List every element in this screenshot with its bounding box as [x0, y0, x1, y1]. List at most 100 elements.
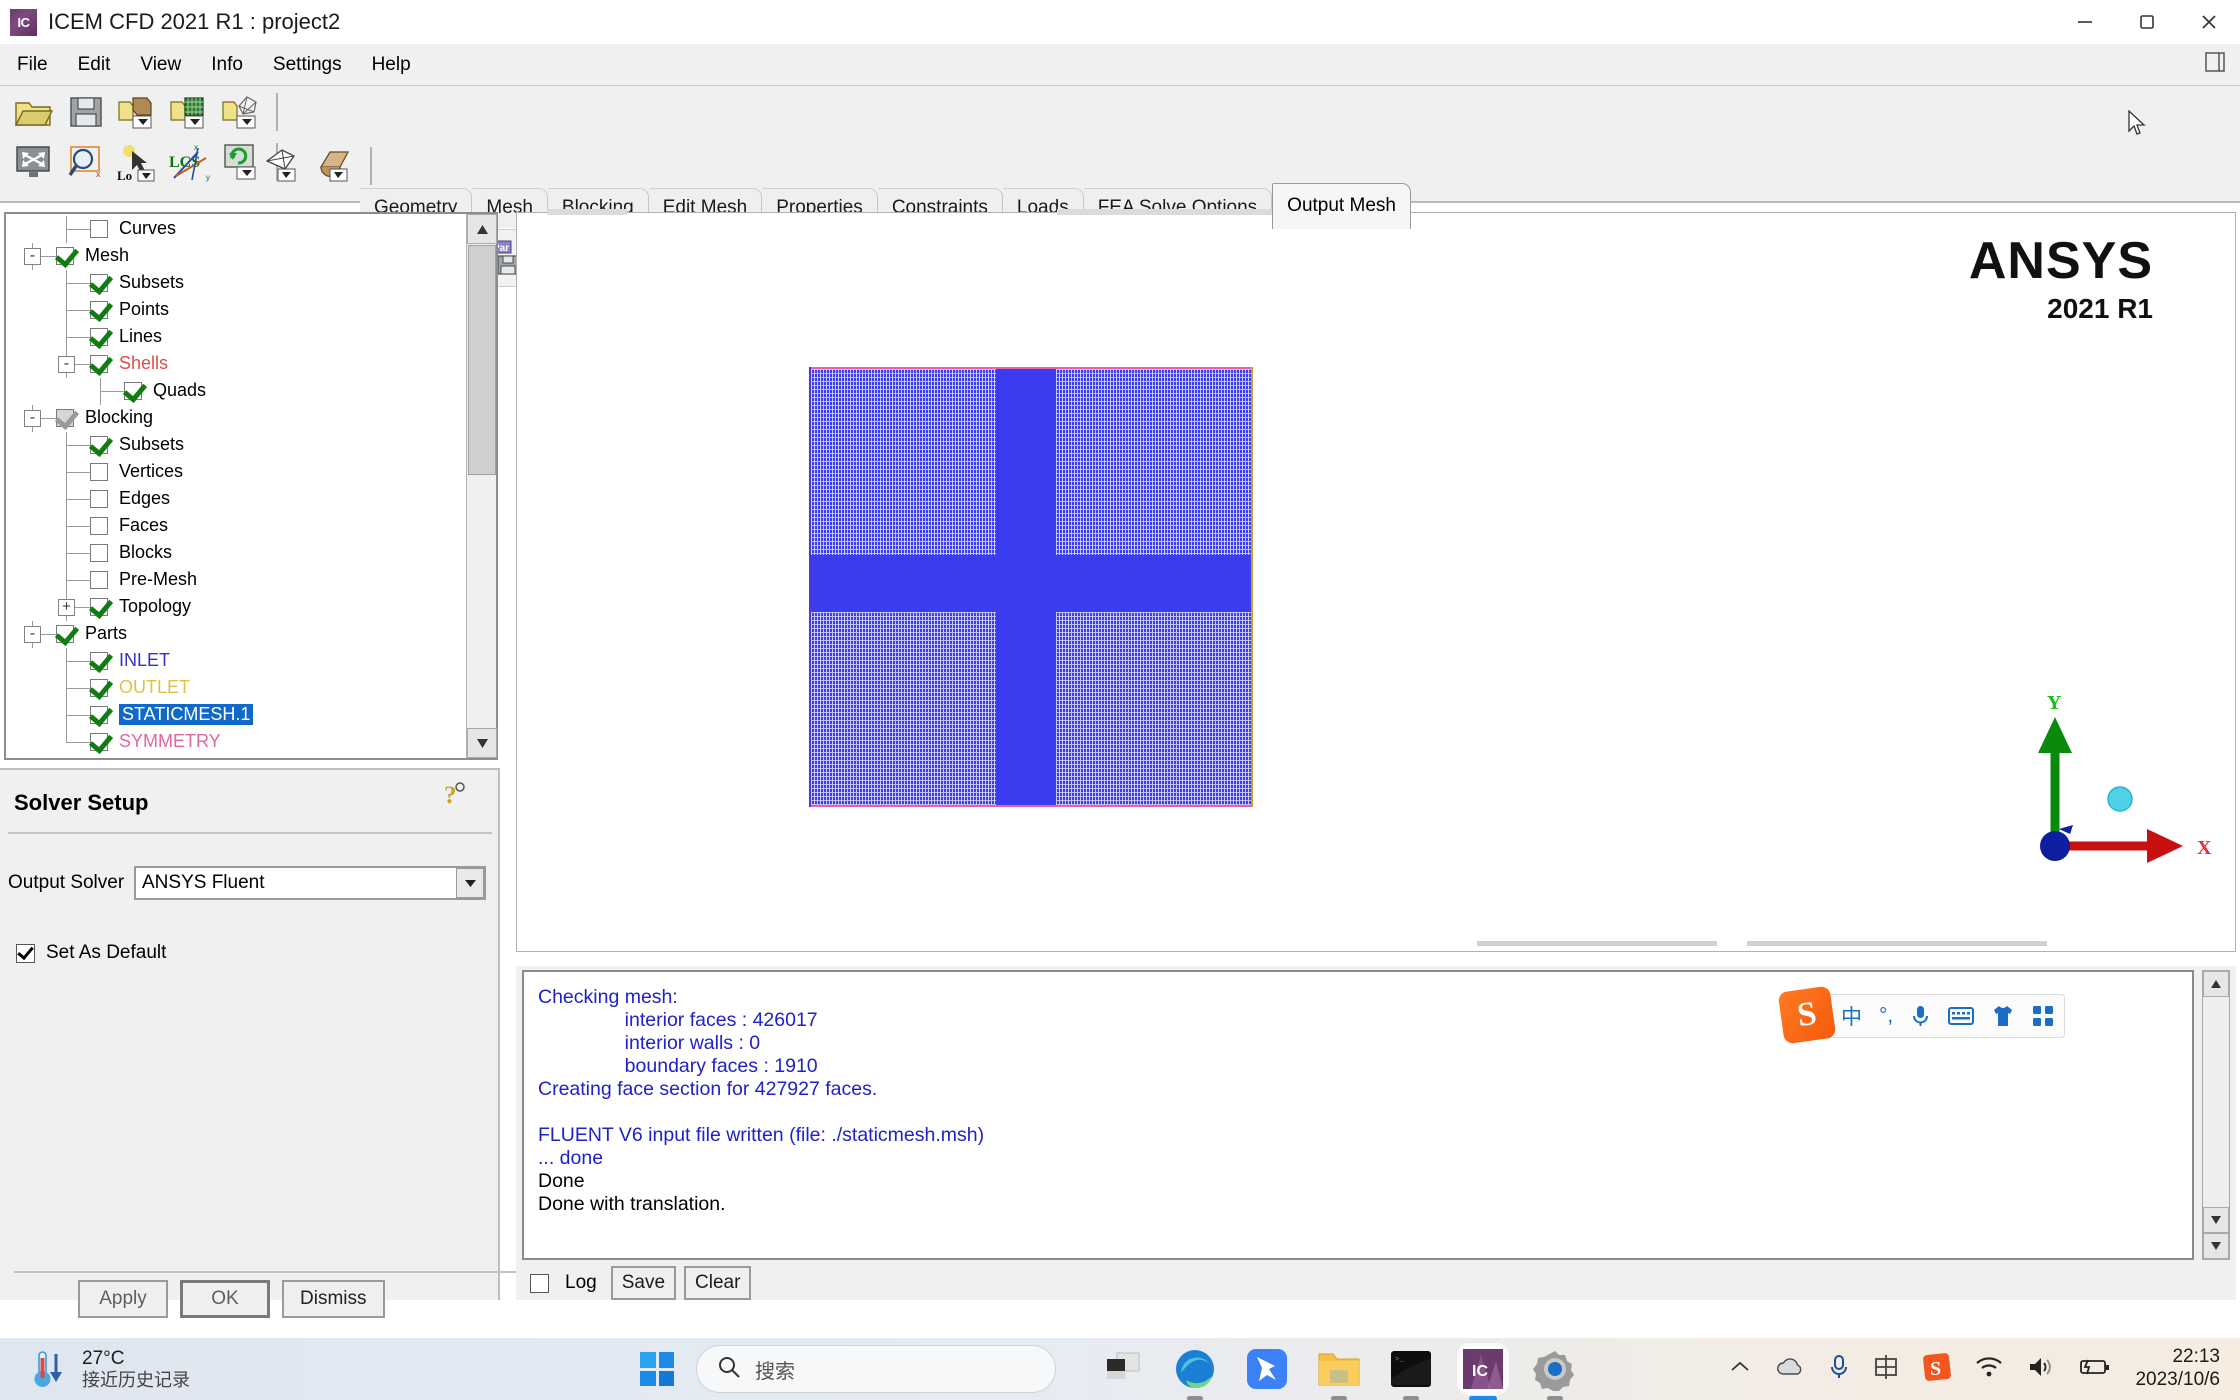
tree-checkbox[interactable] — [90, 274, 108, 292]
tree-checkbox[interactable] — [90, 598, 108, 616]
tree-node-edges[interactable]: Edges — [6, 486, 466, 513]
tree-checkbox[interactable] — [90, 220, 108, 238]
tree-node-curves[interactable]: Curves — [6, 216, 466, 243]
menu-file[interactable]: File — [4, 51, 61, 79]
mesh-display[interactable] — [809, 367, 1253, 807]
apply-button[interactable]: Apply — [78, 1280, 168, 1318]
log-scrollbar[interactable] — [2202, 970, 2230, 1260]
log-save-button[interactable]: Save — [610, 1266, 677, 1300]
solid-icon[interactable] — [314, 144, 358, 188]
tree-scroll-down-icon[interactable] — [467, 728, 497, 758]
tree-expander-parts[interactable]: - — [24, 626, 41, 643]
graphics-viewport[interactable]: ANSYS 2021 R1 Y X — [516, 209, 2236, 952]
open-project-icon[interactable] — [12, 90, 56, 134]
set-as-default-checkbox[interactable] — [16, 943, 35, 963]
ime-apps-icon[interactable] — [2032, 1005, 2054, 1027]
tree-checkbox[interactable] — [90, 517, 108, 535]
tree-node-faces[interactable]: Faces — [6, 513, 466, 540]
file-explorer-icon[interactable] — [1316, 1346, 1362, 1400]
tree-checkbox[interactable] — [90, 355, 108, 373]
microphone-icon[interactable] — [1829, 1354, 1849, 1385]
log-scroll-up-icon[interactable] — [2203, 971, 2229, 997]
menu-help[interactable]: Help — [359, 51, 424, 79]
output-solver-select[interactable]: ANSYS Fluent — [134, 866, 486, 900]
tree-checkbox[interactable] — [56, 625, 74, 643]
tree-checkbox[interactable] — [90, 733, 108, 751]
viewport-horizontal-scrollbar[interactable] — [517, 937, 2235, 951]
tree-checkbox[interactable] — [56, 409, 74, 427]
tree-expander-shells[interactable]: - — [58, 356, 75, 373]
sogou-tray-icon[interactable]: S — [1923, 1352, 1952, 1386]
tree-node-outlet[interactable]: OUTLET — [6, 675, 466, 702]
tree-scroll-thumb[interactable] — [468, 245, 496, 475]
viewport-scroll-thumb-2[interactable] — [1747, 941, 2047, 946]
tree-node-pre-mesh[interactable]: Pre-Mesh — [6, 567, 466, 594]
open-blocking-icon[interactable] — [220, 90, 264, 134]
settings-gear-icon[interactable] — [1532, 1346, 1578, 1400]
log-scroll-down-icon[interactable] — [2203, 1207, 2229, 1233]
tree-expander-topology[interactable]: + — [58, 599, 75, 616]
volume-icon[interactable] — [2027, 1355, 2055, 1384]
tree-checkbox[interactable] — [90, 571, 108, 589]
battery-icon[interactable] — [2079, 1357, 2111, 1382]
tree-node-shells[interactable]: - Shells — [6, 351, 466, 378]
ime-microphone-icon[interactable] — [1910, 1004, 1931, 1028]
tree-checkbox[interactable] — [90, 328, 108, 346]
menu-info[interactable]: Info — [198, 51, 256, 79]
tree-node-quads[interactable]: Quads — [6, 378, 466, 405]
ok-button[interactable]: OK — [180, 1280, 270, 1318]
wifi-icon[interactable] — [1975, 1356, 2003, 1383]
log-clear-button[interactable]: Clear — [684, 1266, 752, 1300]
menu-settings[interactable]: Settings — [260, 51, 355, 79]
tree-checkbox[interactable] — [90, 301, 108, 319]
tree-node-vertices[interactable]: Vertices — [6, 459, 466, 486]
model-tree[interactable]: Curves - Mesh Subsets Points Lines - Shells Quad… — [6, 214, 466, 758]
tab-output-mesh[interactable]: Output Mesh — [1272, 183, 1411, 229]
tree-checkbox[interactable] — [90, 679, 108, 697]
save-project-icon[interactable] — [64, 90, 108, 134]
select-lo-icon[interactable]: Lo — [116, 140, 160, 184]
minimize-button[interactable] — [2054, 0, 2116, 44]
panel-toggle-icon[interactable] — [2204, 51, 2226, 78]
ime-chinese-icon[interactable] — [1873, 1354, 1899, 1385]
tree-node-subsets[interactable]: Subsets — [6, 432, 466, 459]
log-scroll-end-icon[interactable] — [2203, 1233, 2229, 1259]
tree-node-blocking[interactable]: - Blocking — [6, 405, 466, 432]
tree-expander-blocking[interactable]: - — [24, 410, 41, 427]
tree-node-lines[interactable]: Lines — [6, 324, 466, 351]
tree-node-blocks[interactable]: Blocks — [6, 540, 466, 567]
tree-scroll-up-icon[interactable] — [467, 214, 497, 244]
dismiss-button[interactable]: Dismiss — [282, 1280, 385, 1318]
tree-checkbox[interactable] — [124, 382, 142, 400]
ime-keyboard-icon[interactable] — [1948, 1006, 1975, 1026]
tree-node-inlet[interactable]: INLET — [6, 648, 466, 675]
icem-cfd-icon[interactable]: IC — [1460, 1346, 1506, 1400]
viewport-scroll-thumb-1[interactable] — [1477, 941, 1717, 946]
sogou-icon[interactable]: S — [1777, 985, 1837, 1045]
tree-checkbox[interactable] — [90, 436, 108, 454]
terminal-icon[interactable]: >_ — [1388, 1346, 1434, 1400]
maximize-button[interactable] — [2116, 0, 2178, 44]
log-checkbox[interactable] — [530, 1273, 549, 1293]
ime-chinese-mode-icon[interactable]: 中 — [1841, 1001, 1862, 1031]
thunderbird-icon[interactable] — [1244, 1346, 1290, 1392]
sogou-ime-toolbar[interactable]: S 中 °, — [1777, 985, 2066, 1045]
tree-node-symmetry[interactable]: SYMMETRY — [6, 729, 466, 756]
tree-scrollbar[interactable] — [466, 214, 497, 758]
measure-icon[interactable] — [262, 144, 306, 188]
tree-node-staticmesh-1[interactable]: STATICMESH.1 — [6, 702, 466, 729]
tree-node-points[interactable]: Points — [6, 297, 466, 324]
menu-edit[interactable]: Edit — [65, 51, 124, 79]
edge-browser-icon[interactable] — [1172, 1346, 1218, 1400]
zoom-box-icon[interactable]: x — [64, 140, 108, 184]
windows-start-icon[interactable] — [640, 1352, 674, 1386]
fit-window-icon[interactable] — [12, 140, 56, 184]
taskbar-search-box[interactable]: 搜索 — [696, 1345, 1056, 1393]
tree-node-parts[interactable]: - Parts — [6, 621, 466, 648]
help-question-icon[interactable]: ? — [438, 778, 472, 812]
tree-checkbox[interactable] — [90, 706, 108, 724]
tree-node-subsets[interactable]: Subsets — [6, 270, 466, 297]
onedrive-icon[interactable] — [1775, 1356, 1805, 1383]
ime-punctuation-icon[interactable]: °, — [1879, 1004, 1893, 1028]
tree-checkbox[interactable] — [90, 544, 108, 562]
